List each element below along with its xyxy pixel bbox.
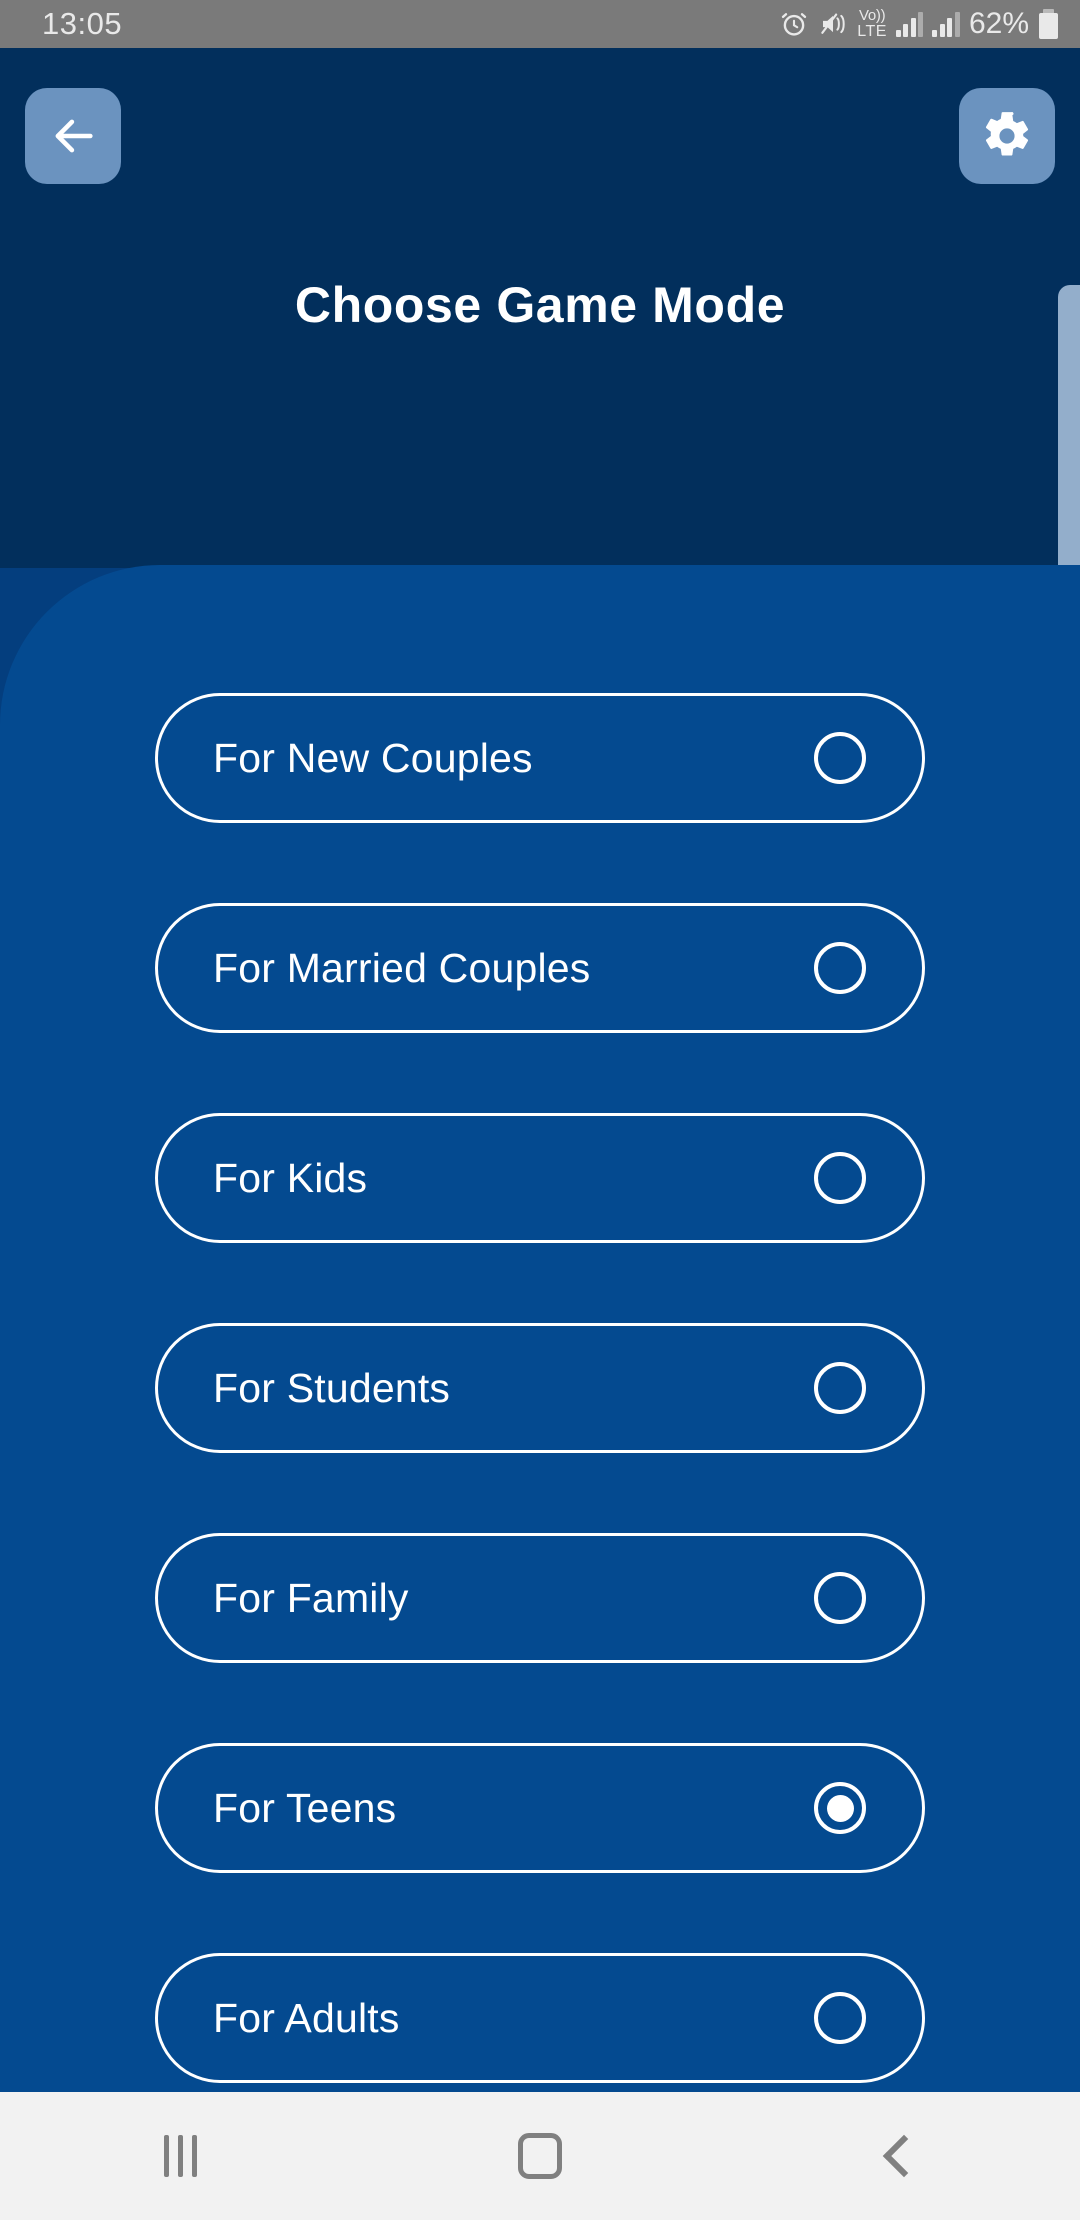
- battery-icon: [1039, 9, 1058, 39]
- home-button[interactable]: [360, 2092, 720, 2220]
- game-mode-option-label: For Adults: [213, 1994, 400, 2041]
- game-mode-option-label: For Teens: [213, 1784, 397, 1831]
- app-header: Choose Game Mode: [0, 48, 1080, 568]
- radio-button[interactable]: [814, 942, 866, 994]
- phone-screen: 13:05 Vo)) LTE 62% Choose Game Mode For …: [0, 0, 1080, 2220]
- game-mode-option-label: For Family: [213, 1574, 409, 1621]
- game-mode-option-label: For Married Couples: [213, 944, 591, 991]
- recents-button[interactable]: [0, 2092, 360, 2220]
- status-icons: Vo)) LTE 62%: [779, 7, 1058, 41]
- game-mode-option[interactable]: For Kids: [155, 1113, 925, 1243]
- game-mode-option[interactable]: For New Couples: [155, 693, 925, 823]
- radio-button[interactable]: [814, 1992, 866, 2044]
- gear-icon: [985, 112, 1029, 156]
- signal-bars-sim1: [895, 11, 924, 37]
- radio-button[interactable]: [814, 732, 866, 784]
- recents-icon: [163, 2135, 197, 2177]
- home-icon: [518, 2133, 562, 2179]
- back-button[interactable]: [25, 88, 121, 184]
- game-mode-options-list: For New Couples For Married Couples For Ki…: [0, 693, 1080, 2092]
- system-back-button[interactable]: [720, 2092, 1080, 2220]
- battery-percent-label: 62%: [968, 7, 1029, 40]
- system-navigation-bar: [0, 2092, 1080, 2220]
- back-arrow-icon: [55, 119, 93, 153]
- game-mode-option-label: For New Couples: [213, 734, 533, 781]
- status-clock: 13:05: [42, 6, 123, 41]
- page-title: Choose Game Mode: [294, 277, 786, 333]
- game-mode-option-label: For Kids: [213, 1154, 368, 1201]
- radio-button[interactable]: [814, 1152, 866, 1204]
- radio-button[interactable]: [814, 1362, 866, 1414]
- alarm-icon: [782, 13, 807, 36]
- game-mode-option[interactable]: For Married Couples: [155, 903, 925, 1033]
- back-icon: [882, 2134, 926, 2178]
- game-mode-option-label: For Students: [213, 1364, 451, 1411]
- radio-button-selected[interactable]: [814, 1782, 866, 1834]
- game-mode-option[interactable]: For Adults: [155, 1953, 925, 2083]
- volte-icon: Vo)) LTE: [857, 7, 887, 40]
- mute-vibrate-icon: [821, 13, 845, 34]
- signal-bars-sim2: [932, 11, 960, 37]
- status-bar: 13:05 Vo)) LTE 62%: [0, 0, 1080, 48]
- radio-button[interactable]: [814, 1572, 866, 1624]
- game-mode-option[interactable]: For Students: [155, 1323, 925, 1453]
- game-mode-panel: For New Couples For Married Couples For Ki…: [0, 565, 1080, 2092]
- game-mode-option[interactable]: For Teens: [155, 1743, 925, 1873]
- game-mode-option[interactable]: For Family: [155, 1533, 925, 1663]
- settings-button[interactable]: [959, 88, 1055, 184]
